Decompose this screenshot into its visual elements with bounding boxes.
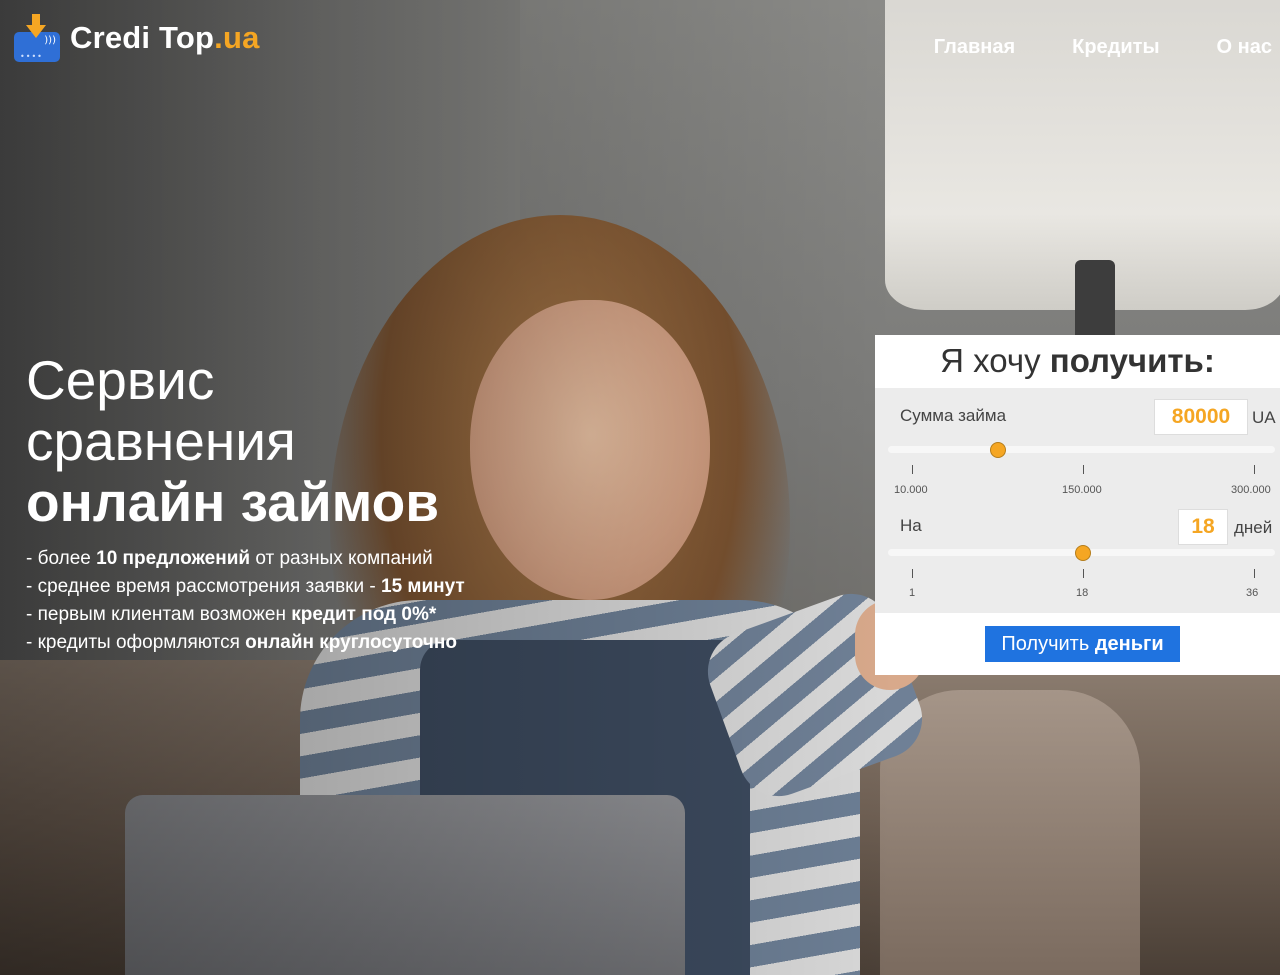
- tick-mark: [1254, 569, 1255, 578]
- nav-about[interactable]: О нас: [1217, 36, 1272, 59]
- term-tick-label: 36: [1246, 587, 1259, 599]
- headline-line-3: онлайн займов: [26, 471, 440, 533]
- term-input[interactable]: 18: [1178, 509, 1228, 545]
- headline-line-2: сравнения: [26, 410, 296, 472]
- feature-item: - первым клиентам возможен кредит под 0%…: [26, 604, 437, 625]
- logo-tld: .ua: [214, 20, 260, 55]
- get-money-button[interactable]: Получить деньги: [985, 626, 1180, 662]
- tick-mark: [1083, 569, 1084, 578]
- contactless-icon: ))): [44, 35, 56, 46]
- wallet-download-icon: •••• ))): [14, 14, 60, 62]
- feature-item: - кредиты оформляются онлайн круглосуточ…: [26, 632, 458, 653]
- tick-mark: [1254, 465, 1255, 474]
- logo-text: Credi Top.ua: [70, 20, 260, 56]
- nav-credits[interactable]: Кредиты: [1072, 36, 1159, 59]
- logo-name: Credi Top: [70, 20, 215, 55]
- term-tick-label: 18: [1076, 587, 1089, 599]
- amount-input[interactable]: 80000: [1154, 399, 1248, 435]
- term-tick-label: 1: [909, 587, 916, 599]
- features-list: - более 10 предложений от разных компани…: [26, 545, 465, 657]
- tick-mark: [912, 569, 913, 578]
- term-slider-thumb[interactable]: [1075, 545, 1091, 561]
- amount-tick-label: 150.000: [1062, 484, 1102, 496]
- amount-slider-thumb[interactable]: [989, 442, 1006, 458]
- amount-tick-label: 10.000: [894, 484, 928, 496]
- loan-calculator: Я хочу получить: Сумма займа 80000 UA 10…: [875, 335, 1280, 675]
- tick-mark: [1083, 465, 1084, 474]
- calculator-body: Сумма займа 80000 UA 10.000 150.000 300.…: [875, 388, 1280, 613]
- term-unit: дней: [1234, 518, 1273, 537]
- calculator-title: Я хочу получить:: [940, 342, 1215, 379]
- nav-home[interactable]: Главная: [934, 36, 1015, 59]
- feature-item: - среднее время рассмотрения заявки - 15…: [26, 576, 465, 597]
- main-nav: Главная Кредиты О нас: [877, 36, 1272, 59]
- tick-mark: [912, 465, 913, 474]
- amount-tick-label: 300.000: [1231, 484, 1271, 496]
- hero-headline: Сервис сравнения онлайн займов: [26, 350, 439, 533]
- amount-slider-track[interactable]: [888, 446, 1275, 453]
- feature-item: - более 10 предложений от разных компани…: [26, 548, 433, 569]
- term-label: На: [900, 516, 922, 535]
- download-arrow-icon: [26, 14, 46, 38]
- site-logo[interactable]: •••• ))) Credi Top.ua: [14, 14, 260, 62]
- headline-line-1: Сервис: [26, 349, 215, 411]
- amount-label: Сумма займа: [900, 406, 1007, 425]
- amount-unit: UA: [1252, 408, 1276, 427]
